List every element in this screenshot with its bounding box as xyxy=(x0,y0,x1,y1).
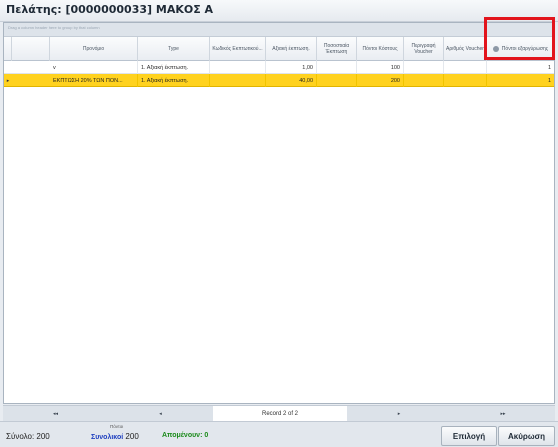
title-bar: Πελάτης: [0000000033] ΜΑΚΟΣ Α xyxy=(0,0,558,22)
cell-cost-points[interactable]: 200 xyxy=(357,74,404,87)
cell-redeem-points[interactable]: 1 xyxy=(487,74,554,87)
cell-privilege[interactable]: ΕΚΠΤΩΣΗ 20% ΤΩΝ ΠΟΝ... xyxy=(50,74,138,87)
column-header-voucher-number[interactable]: Αριθμός Voucher xyxy=(444,37,487,61)
cell-type[interactable]: 1. Αξιακή έκπτωση. xyxy=(138,74,210,87)
cell-value-discount[interactable]: 40,00 xyxy=(266,74,317,87)
first-record-button[interactable]: ◂◂ xyxy=(3,406,108,422)
total-points-label: Συνολικοί xyxy=(91,434,124,441)
cell-voucher-number[interactable] xyxy=(444,74,487,87)
last-record-button[interactable]: ▸▸ xyxy=(451,406,555,422)
points-caption: Πόντοι xyxy=(110,424,124,429)
vouchers-grid: Drag a column header here to group by th… xyxy=(3,22,555,404)
row-indicator: ▸ xyxy=(6,77,10,84)
record-navigator: ◂◂ ◂ Record 2 of 2 ▸ ▸▸ xyxy=(3,405,555,422)
column-header-voucher-description[interactable]: Περιγραφή Voucher xyxy=(404,37,444,61)
group-panel-hint: Drag a column header here to group by th… xyxy=(8,25,100,30)
table-row-selected[interactable]: ▸ ΕΚΠΤΩΣΗ 20% ΤΩΝ ΠΟΝ... 1. Αξιακή έκπτω… xyxy=(4,74,554,87)
cell-voucher-description[interactable] xyxy=(404,74,444,87)
record-indicator: Record 2 of 2 xyxy=(213,406,347,422)
cell-discount-code[interactable] xyxy=(210,61,266,74)
cell-voucher-description[interactable] xyxy=(404,61,444,74)
column-header-discount-code[interactable]: Κωδικός Εκπτωτικού... xyxy=(210,37,266,61)
next-record-button[interactable]: ▸ xyxy=(347,406,451,422)
cell-type[interactable]: 1. Αξιακή έκπτωση. xyxy=(138,61,210,74)
cancel-button[interactable]: Ακύρωση xyxy=(498,426,555,446)
cell-voucher-number[interactable] xyxy=(444,61,487,74)
cell-privilege[interactable]: v xyxy=(50,61,138,74)
column-header-cost-points[interactable]: Πόντοι Κόστους xyxy=(357,37,404,61)
column-header-type[interactable]: Type xyxy=(138,37,210,61)
grid-header: Προνόμιο Type Κωδικός Εκπτωτικού... Αξια… xyxy=(4,37,554,61)
cell-value-discount[interactable]: 1,00 xyxy=(266,61,317,74)
cell-cost-points[interactable]: 100 xyxy=(357,61,404,74)
header-indicator xyxy=(4,37,12,61)
cell-percent-discount[interactable] xyxy=(317,74,357,87)
cell-redeem-points[interactable]: 1 xyxy=(487,61,554,74)
remaining-label: Απομένουν: 0 xyxy=(162,432,209,439)
cell-discount-code[interactable] xyxy=(210,74,266,87)
header-blank xyxy=(12,37,50,61)
prev-record-button[interactable]: ◂ xyxy=(108,406,213,422)
total-points: Συνολικοί 200 xyxy=(91,432,139,441)
group-panel[interactable]: Drag a column header here to group by th… xyxy=(4,23,554,37)
column-header-redeem-points-label: Πόντοι εξαργύρωσης xyxy=(501,46,549,52)
window-title: Πελάτης: [0000000033] ΜΑΚΟΣ Α xyxy=(6,3,214,16)
select-button[interactable]: Επιλογή xyxy=(441,426,497,446)
column-header-privilege[interactable]: Προνόμιο xyxy=(50,37,138,61)
column-header-redeem-points[interactable]: Πόντοι εξαργύρωσης xyxy=(487,37,554,61)
cell-percent-discount[interactable] xyxy=(317,61,357,74)
table-row[interactable]: v 1. Αξιακή έκπτωση. 1,00 100 1 xyxy=(4,61,554,74)
column-header-percent-discount[interactable]: Ποσοστιαία Έκπτωση xyxy=(317,37,357,61)
circle-icon xyxy=(492,46,499,52)
row-indicator xyxy=(4,61,12,74)
column-header-value-discount[interactable]: Αξιακή έκπτωση. xyxy=(266,37,317,61)
status-bar: Σύνολο: 200 Πόντοι Συνολικοί 200 Απομένο… xyxy=(0,421,558,447)
total-points-value: 200 xyxy=(125,432,139,441)
total-label: Σύνολο: 200 xyxy=(6,432,50,441)
